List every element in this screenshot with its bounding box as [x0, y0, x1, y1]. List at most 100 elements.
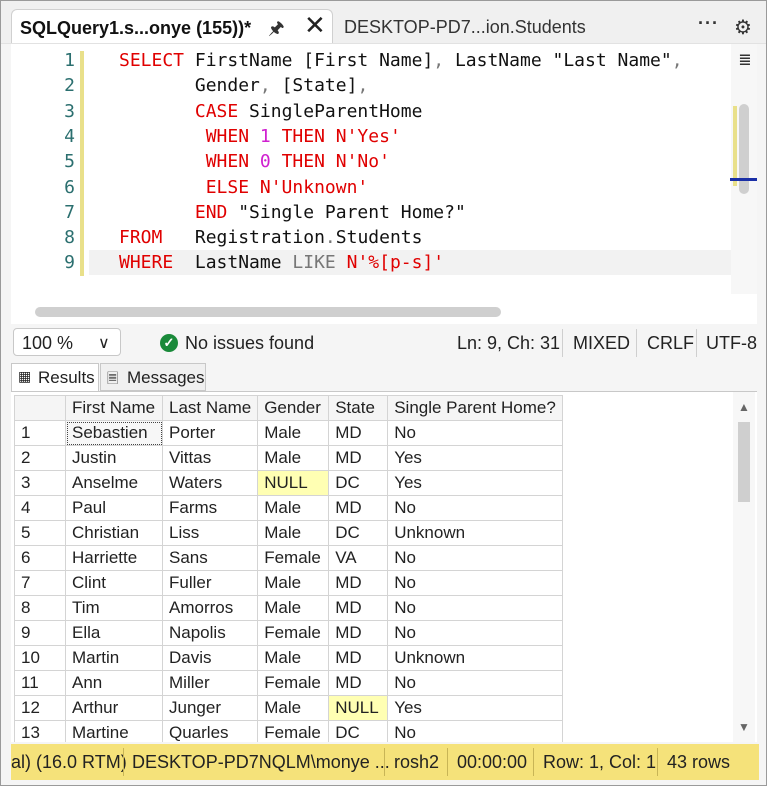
table-row[interactable]: 3 Anselme Waters NULL DC Yes	[14, 470, 563, 496]
table-cell[interactable]: MD	[328, 670, 389, 696]
code-line[interactable]: 4 WHEN 1 THEN N'Yes'	[11, 124, 731, 149]
code-line[interactable]: 6 ELSE N'Unknown'	[11, 175, 731, 200]
editor-horizontal-scrollbar[interactable]	[35, 307, 501, 317]
table-cell[interactable]: Porter	[161, 420, 259, 446]
table-row[interactable]: 8 Tim Amorros Male MD No	[14, 595, 563, 621]
table-cell[interactable]: Male	[257, 595, 330, 621]
table-row[interactable]: 13 Martine Quarles Female DC No	[14, 720, 563, 742]
code-line[interactable]: 1 SELECT FirstName [First Name], LastName…	[11, 48, 731, 73]
table-cell[interactable]: NULL	[328, 695, 389, 721]
table-cell[interactable]: Christian	[65, 520, 163, 546]
cursor-position[interactable]: Ln: 9, Ch: 31	[457, 333, 560, 354]
table-cell[interactable]: Yes	[387, 695, 563, 721]
table-row[interactable]: 5 Christian Liss Male DC Unknown	[14, 520, 563, 546]
code-line[interactable]: 2 Gender, [State],	[11, 73, 731, 98]
table-cell[interactable]: Davis	[161, 645, 259, 671]
table-cell[interactable]: MD	[328, 645, 389, 671]
row-number[interactable]: 1	[14, 420, 66, 446]
table-cell[interactable]: DC	[328, 720, 389, 742]
table-cell[interactable]: Yes	[387, 470, 563, 496]
table-cell[interactable]: MD	[328, 495, 389, 521]
table-cell[interactable]: No	[387, 570, 563, 596]
table-cell[interactable]: Justin	[65, 445, 163, 471]
table-cell[interactable]: Anselme	[65, 470, 163, 496]
code-line[interactable]: 7 END "Single Parent Home?"	[11, 200, 731, 225]
code-line[interactable]: 8 FROM Registration.Students	[11, 225, 731, 250]
tab-messages[interactable]: 🗏 Messages	[100, 363, 206, 391]
grid-vertical-scrollbar[interactable]: ▲ ▼	[733, 392, 755, 742]
row-number[interactable]: 7	[14, 570, 66, 596]
table-cell[interactable]: Male	[257, 445, 330, 471]
table-cell[interactable]: Male	[257, 520, 330, 546]
row-number[interactable]: 12	[14, 695, 66, 721]
split-editor-icon[interactable]: ≣	[735, 50, 755, 72]
table-cell[interactable]: Male	[257, 645, 330, 671]
results-grid[interactable]: First Name Last Name Gender State Single…	[11, 391, 757, 742]
table-cell[interactable]: Male	[257, 495, 330, 521]
table-cell[interactable]: MD	[328, 620, 389, 646]
table-cell[interactable]: MD	[328, 445, 389, 471]
table-cell[interactable]: No	[387, 545, 563, 571]
table-row[interactable]: 1 Sebastien Porter Male MD No	[14, 420, 563, 446]
row-number[interactable]: 9	[14, 620, 66, 646]
code-line[interactable]: 9 WHERE LastName LIKE N'%[p-s]'	[11, 250, 731, 275]
table-cell[interactable]: Female	[257, 720, 330, 742]
table-row[interactable]: 11 Ann Miller Female MD No	[14, 670, 563, 696]
table-cell[interactable]: Harriette	[65, 545, 163, 571]
table-cell[interactable]: No	[387, 670, 563, 696]
row-number[interactable]: 2	[14, 445, 66, 471]
code-line[interactable]: 3 CASE SingleParentHome	[11, 99, 731, 124]
table-cell[interactable]: Miller	[161, 670, 259, 696]
table-row[interactable]: 4 Paul Farms Male MD No	[14, 495, 563, 521]
pin-icon[interactable]: 🖈	[268, 16, 285, 46]
tab-students-table[interactable]: DESKTOP-PD7...ion.Students	[344, 17, 586, 38]
column-header[interactable]: Gender	[257, 395, 330, 421]
tab-results[interactable]: ▦ Results	[11, 363, 99, 391]
table-cell[interactable]: Martin	[65, 645, 163, 671]
column-header[interactable]: Last Name	[161, 395, 259, 421]
table-cell[interactable]: MD	[328, 570, 389, 596]
table-cell[interactable]: NULL	[257, 470, 330, 496]
row-number[interactable]: 6	[14, 545, 66, 571]
table-cell[interactable]: Female	[257, 545, 330, 571]
table-cell[interactable]: Liss	[161, 520, 259, 546]
table-cell[interactable]: Amorros	[161, 595, 259, 621]
table-cell[interactable]: MD	[328, 420, 389, 446]
tabs-mode[interactable]: MIXED	[573, 333, 630, 354]
gear-icon[interactable]: ⚙	[734, 15, 752, 40]
close-icon[interactable]: ✕	[304, 12, 326, 38]
table-cell[interactable]: Male	[257, 570, 330, 596]
table-cell[interactable]: MD	[328, 595, 389, 621]
table-cell[interactable]: No	[387, 720, 563, 742]
table-cell[interactable]: Napolis	[161, 620, 259, 646]
table-row[interactable]: 6 Harriette Sans Female VA No	[14, 545, 563, 571]
table-cell[interactable]: VA	[328, 545, 389, 571]
table-cell[interactable]: No	[387, 595, 563, 621]
grid-scroll-thumb[interactable]	[738, 422, 750, 502]
row-number[interactable]: 4	[14, 495, 66, 521]
table-cell[interactable]: Ann	[65, 670, 163, 696]
table-cell[interactable]: Martine	[65, 720, 163, 742]
row-number[interactable]: 8	[14, 595, 66, 621]
encoding[interactable]: UTF-8	[706, 333, 757, 354]
table-cell[interactable]: Junger	[161, 695, 259, 721]
table-cell[interactable]: Farms	[161, 495, 259, 521]
column-header[interactable]: State	[328, 395, 389, 421]
table-cell[interactable]: Arthur	[65, 695, 163, 721]
row-number[interactable]: 13	[14, 720, 66, 742]
table-cell[interactable]: Fuller	[161, 570, 259, 596]
scroll-down-icon[interactable]: ▼	[738, 720, 750, 734]
zoom-dropdown[interactable]: 100 % ∨	[13, 328, 121, 356]
table-cell[interactable]: Ella	[65, 620, 163, 646]
table-cell[interactable]: Sans	[161, 545, 259, 571]
scroll-up-icon[interactable]: ▲	[738, 400, 750, 414]
table-cell[interactable]: No	[387, 620, 563, 646]
table-cell[interactable]: Unknown	[387, 520, 563, 546]
row-number[interactable]: 3	[14, 470, 66, 496]
column-header[interactable]: First Name	[65, 395, 163, 421]
corner-cell[interactable]	[14, 395, 66, 421]
more-options-icon[interactable]: ···	[698, 13, 719, 34]
table-cell[interactable]: Unknown	[387, 645, 563, 671]
table-cell[interactable]: Female	[257, 670, 330, 696]
table-row[interactable]: 7 Clint Fuller Male MD No	[14, 570, 563, 596]
